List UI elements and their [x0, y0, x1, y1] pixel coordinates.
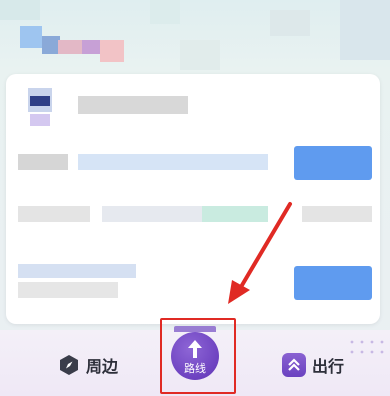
info-text	[18, 282, 118, 298]
place-title	[78, 96, 188, 114]
blurred-map-tile	[340, 0, 390, 60]
decorative-dots	[350, 340, 384, 354]
double-chevron-up-icon	[282, 353, 306, 377]
place-thumbnail-accent	[30, 114, 50, 126]
info-text	[18, 154, 68, 170]
action-button[interactable]	[294, 146, 372, 180]
blurred-map-tile	[58, 40, 82, 54]
blurred-map-tile	[150, 0, 180, 24]
tab-nearby[interactable]: 周边	[58, 352, 118, 378]
highlight-box	[160, 318, 236, 394]
tab-travel[interactable]: 出行	[282, 352, 344, 378]
action-button[interactable]	[294, 266, 372, 300]
info-text	[18, 264, 136, 278]
blurred-map-tile	[270, 10, 310, 36]
blurred-map-tile	[20, 26, 42, 48]
blurred-map-tile	[0, 0, 40, 20]
info-card	[6, 74, 380, 324]
info-text	[18, 206, 90, 222]
tab-nearby-label: 周边	[86, 357, 119, 376]
info-text	[102, 206, 202, 222]
place-thumbnail-accent	[30, 96, 50, 106]
info-text	[78, 154, 268, 170]
blurred-map-tile	[82, 40, 100, 54]
blurred-map-tile	[100, 40, 124, 62]
blurred-map-tile	[180, 40, 220, 70]
tab-travel-label: 出行	[312, 357, 345, 376]
annotation-arrow	[228, 202, 292, 304]
info-text	[302, 206, 372, 222]
compass-icon	[58, 354, 80, 376]
